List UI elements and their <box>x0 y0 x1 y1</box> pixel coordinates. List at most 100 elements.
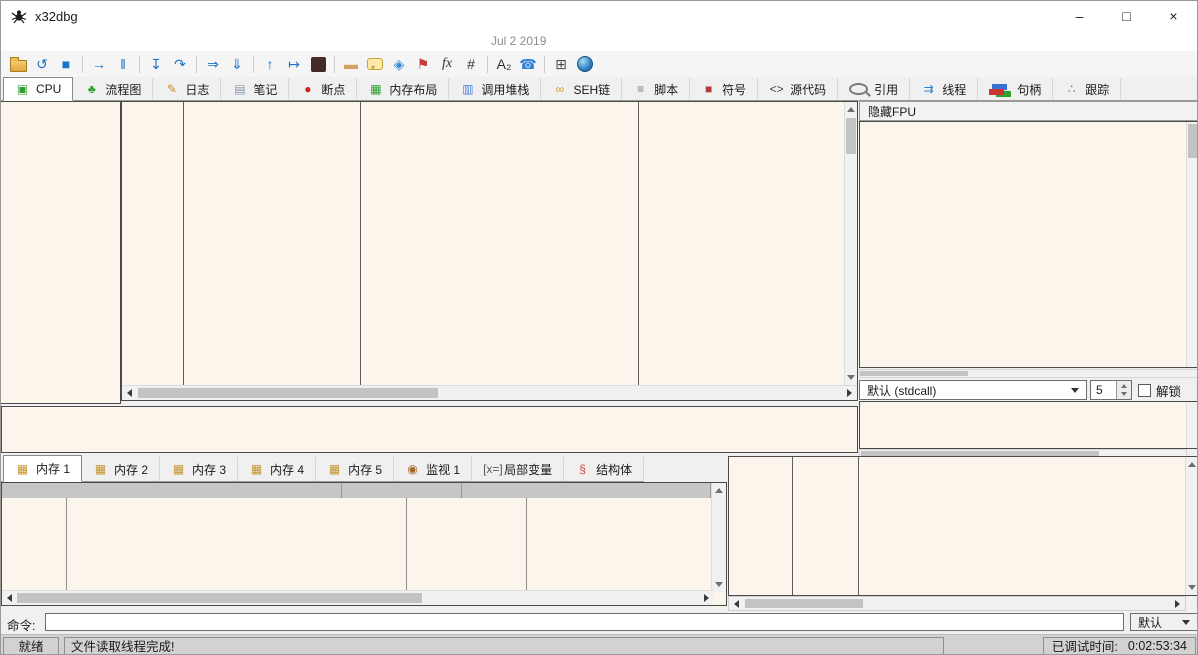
tab-watch-1[interactable]: ◉监视 1 <box>394 457 472 481</box>
tab-notes[interactable]: ▤笔记 <box>221 78 289 100</box>
scroll-left-arrow[interactable] <box>127 389 132 397</box>
scroll-right-arrow[interactable] <box>704 594 709 602</box>
stack-horizontal-scrollbar[interactable] <box>728 596 1186 611</box>
toolbar-step-into-button[interactable]: ↧ <box>144 53 168 76</box>
toolbar-step-over-button[interactable]: ↷ <box>168 53 192 76</box>
toolbar-labels-button[interactable]: ◈ <box>387 53 411 76</box>
registers-vertical-scrollbar[interactable] <box>1186 122 1198 367</box>
tab-memory-5[interactable]: ▦内存 5 <box>316 457 394 481</box>
scrollbar-thumb[interactable] <box>745 599 863 608</box>
tab-references[interactable]: 引用 <box>838 78 910 100</box>
stack-view[interactable] <box>728 456 1198 596</box>
scroll-left-arrow[interactable] <box>734 600 739 608</box>
view-tabbar: ▣CPU ♣流程图 ✎日志 ▤笔记 ●断点 ▦内存布局 ▥调用堆栈 ∞SEH链 … <box>1 77 1197 101</box>
tab-cpu[interactable]: ▣CPU <box>3 77 73 101</box>
disassembly-horizontal-scrollbar[interactable] <box>122 385 857 400</box>
column-divider <box>66 498 67 590</box>
tab-trace[interactable]: ∴跟踪 <box>1053 78 1121 100</box>
toolbar-bookmarks-button[interactable]: ⚑ <box>411 53 435 76</box>
toolbar-attach-button[interactable]: ☎ <box>516 53 540 76</box>
toolbar-hash-button[interactable]: # <box>459 53 483 76</box>
stepper-down-arrow[interactable] <box>1121 392 1127 396</box>
tab-call-stack[interactable]: ▥调用堆栈 <box>449 78 541 100</box>
toolbar-trace-over-button[interactable]: ⇓ <box>225 53 249 76</box>
disassembly-vertical-scrollbar[interactable] <box>844 102 857 385</box>
tab-graph[interactable]: ♣流程图 <box>73 78 153 100</box>
tab-struct[interactable]: §结构体 <box>564 457 644 481</box>
scroll-down-arrow[interactable] <box>1188 585 1196 590</box>
maximize-button[interactable]: □ <box>1103 1 1150 31</box>
disassembly-view[interactable] <box>121 101 858 401</box>
command-profile-select[interactable]: 默认 <box>1130 613 1198 631</box>
stack-vertical-scrollbar[interactable] <box>1185 457 1198 595</box>
scrollbar-thumb[interactable] <box>138 388 438 398</box>
memory-dump-view[interactable] <box>1 482 727 606</box>
tab-memory-4[interactable]: ▦内存 4 <box>238 457 316 481</box>
tab-threads[interactable]: ⇉线程 <box>910 78 978 100</box>
toolbar-trace-into-button[interactable]: ⇒ <box>201 53 225 76</box>
scrollbar-thumb[interactable] <box>846 118 856 154</box>
toolbar-restart-button[interactable]: ↺ <box>30 53 54 76</box>
stepper-up-arrow[interactable] <box>1121 384 1127 388</box>
dump-vertical-scrollbar[interactable] <box>711 483 726 592</box>
dump-horizontal-scrollbar[interactable] <box>2 590 713 605</box>
dump-table-body[interactable] <box>2 498 711 590</box>
toolbar-stop-button[interactable]: ■ <box>54 53 78 76</box>
tab-memory-2[interactable]: ▦内存 2 <box>82 457 160 481</box>
scroll-down-arrow[interactable] <box>715 582 723 587</box>
stepper-buttons[interactable] <box>1116 381 1131 399</box>
tab-breakpoints[interactable]: ●断点 <box>289 78 357 100</box>
scrollbar-thumb[interactable] <box>1188 124 1197 158</box>
toolbar-preferences-button[interactable] <box>573 53 597 76</box>
toolbar-functions-button[interactable]: fx <box>435 53 459 76</box>
scroll-left-arrow[interactable] <box>7 594 12 602</box>
registers-horizontal-scrollbar[interactable] <box>859 369 1198 378</box>
scrollbar-thumb[interactable] <box>17 593 422 603</box>
tab-handles[interactable]: 句柄 <box>978 78 1053 100</box>
scroll-right-arrow[interactable] <box>847 389 852 397</box>
toolbar-run-button[interactable]: → <box>87 53 111 76</box>
tab-symbols[interactable]: ■符号 <box>690 78 758 100</box>
tab-memory-1[interactable]: ▦内存 1 <box>3 455 82 482</box>
scroll-up-arrow[interactable] <box>1188 462 1196 467</box>
argument-count-stepper[interactable]: 5 <box>1090 380 1132 400</box>
scrollbar-thumb[interactable] <box>860 371 968 376</box>
hide-fpu-button[interactable]: 隐藏FPU <box>859 101 1198 121</box>
arguments-view[interactable] <box>859 401 1198 449</box>
command-input[interactable] <box>45 613 1124 631</box>
toolbar-pause-button[interactable]: ‖ <box>111 53 135 76</box>
toolbar-strings-button[interactable]: A₂ <box>492 53 516 76</box>
arguments-vertical-scrollbar[interactable] <box>1186 402 1198 448</box>
calling-convention-select[interactable]: 默认 (stdcall) <box>859 380 1087 400</box>
debug-time: 已调试时间: 0:02:53:34 <box>1043 637 1196 655</box>
tab-memory-map[interactable]: ▦内存布局 <box>357 78 449 100</box>
close-button[interactable]: × <box>1150 1 1197 31</box>
tab-label: 脚本 <box>654 81 678 98</box>
toolbar-patches-button[interactable]: ▬ <box>339 53 363 76</box>
tab-source[interactable]: <>源代码 <box>758 78 838 100</box>
registers-view[interactable] <box>859 121 1198 368</box>
tab-label: 监视 1 <box>426 461 460 478</box>
minimize-button[interactable]: – <box>1056 1 1103 31</box>
tab-locals[interactable]: [x=]局部变量 <box>472 457 564 481</box>
toolbar-execute-till-return-button[interactable]: ↑ <box>258 53 282 76</box>
scroll-down-arrow[interactable] <box>847 375 855 380</box>
tab-log[interactable]: ✎日志 <box>153 78 221 100</box>
toolbar-open-button[interactable] <box>6 53 30 76</box>
tab-label: 日志 <box>185 81 209 98</box>
unlock-checkbox[interactable] <box>1138 384 1151 397</box>
tab-memory-3[interactable]: ▦内存 3 <box>160 457 238 481</box>
scroll-up-arrow[interactable] <box>715 488 723 493</box>
tab-seh-chain[interactable]: ∞SEH链 <box>541 78 622 100</box>
tab-label: 线程 <box>942 81 966 98</box>
toolbar-run-to-user-code-button[interactable]: ↦ <box>282 53 306 76</box>
toolbar-calculator-button[interactable]: ⊞ <box>549 53 573 76</box>
info-panel[interactable] <box>1 406 858 453</box>
toolbar-separator <box>139 56 140 73</box>
cpu-sidebar-panel[interactable] <box>1 101 121 404</box>
tab-script[interactable]: ≡脚本 <box>622 78 690 100</box>
scroll-up-arrow[interactable] <box>847 107 855 112</box>
scroll-right-arrow[interactable] <box>1175 600 1180 608</box>
toolbar-scylla-button[interactable]: S <box>306 53 330 76</box>
toolbar-comments-button[interactable] <box>363 53 387 76</box>
